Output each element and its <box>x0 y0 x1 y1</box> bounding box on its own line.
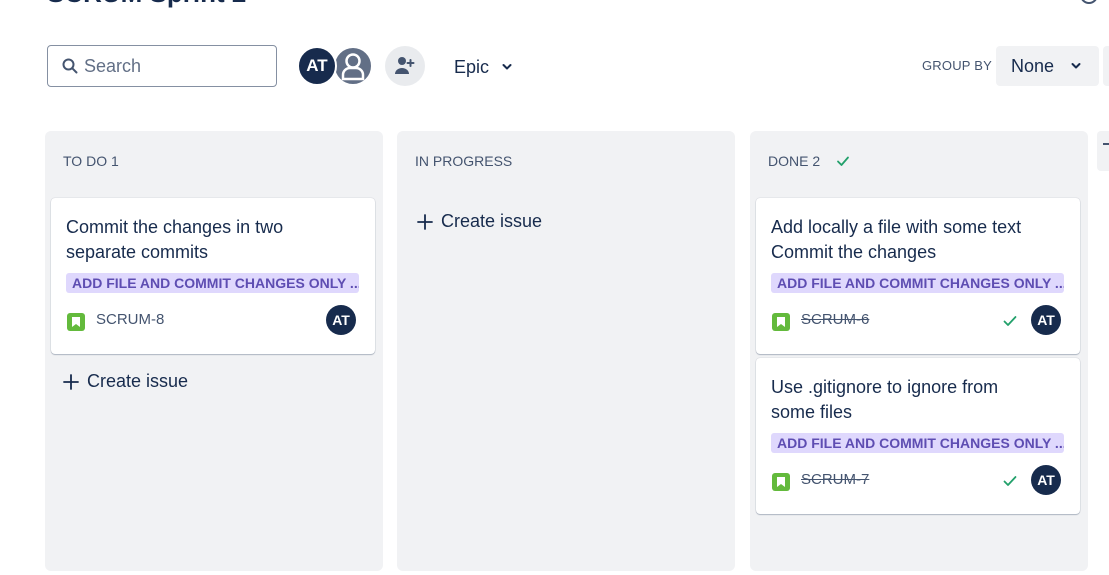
epic-lozenge: ADD FILE AND COMMIT CHANGES ONLY ... <box>771 273 1064 293</box>
page-title: SCRUM Sprint 2 <box>47 0 246 8</box>
epic-lozenge: ADD FILE AND COMMIT CHANGES ONLY ... <box>771 433 1064 453</box>
add-people-icon <box>395 57 415 74</box>
avatar-filter-at[interactable]: AT <box>297 46 337 86</box>
column-header: IN PROGRESS <box>415 153 512 169</box>
add-people-button[interactable] <box>385 46 425 86</box>
avatar-filter-unassigned[interactable] <box>333 46 373 86</box>
group-by-select[interactable]: None <box>996 46 1099 86</box>
column-title: DONE 2 <box>768 153 821 169</box>
create-issue-button[interactable]: Create issue <box>417 211 542 232</box>
chevron-down-icon <box>502 64 512 70</box>
check-icon <box>1003 476 1017 486</box>
column-title: TO DO 1 <box>63 153 119 169</box>
issue-card[interactable]: Use .gitignore to ignore from some files… <box>756 358 1080 514</box>
assignee-avatar[interactable]: AT <box>1031 305 1061 335</box>
create-issue-label: Create issue <box>87 371 189 391</box>
chevron-down-icon <box>1071 63 1081 69</box>
issue-key[interactable]: SCRUM-7 <box>801 471 869 488</box>
epic-filter-button[interactable]: Epic <box>446 47 521 87</box>
group-by-label: GROUP BY <box>922 58 992 73</box>
plus-icon <box>63 373 79 390</box>
assignee-avatar[interactable]: AT <box>326 305 356 335</box>
group-by-value: None <box>1011 55 1055 76</box>
epic-lozenge: ADD FILE AND COMMIT CHANGES ONLY ... <box>66 273 359 293</box>
create-issue-button[interactable]: Create issue <box>63 371 188 392</box>
create-issue-label: Create issue <box>441 211 543 231</box>
plus-icon <box>417 213 433 230</box>
more-actions-button[interactable] <box>1103 46 1109 86</box>
column-in-progress: IN PROGRESS Create issue <box>397 131 735 571</box>
story-icon <box>67 313 85 331</box>
issue-card[interactable]: Commit the changes in two separate commi… <box>51 198 375 354</box>
column-header: DONE 2 <box>768 153 850 169</box>
search-icon <box>62 58 78 74</box>
epic-filter-label: Epic <box>454 56 490 77</box>
help-icon[interactable] <box>1080 0 1098 4</box>
check-icon <box>837 156 850 166</box>
card-title: Use .gitignore to ignore from some files <box>771 377 999 422</box>
column-title: IN PROGRESS <box>415 153 513 169</box>
story-icon <box>772 313 790 331</box>
check-icon <box>1003 316 1017 326</box>
story-icon <box>772 473 790 491</box>
person-icon <box>341 53 365 81</box>
issue-key[interactable]: SCRUM-8 <box>96 311 164 328</box>
card-title: Add locally a file with some text Commit… <box>771 217 1022 262</box>
column-header: TO DO 1 <box>63 153 119 169</box>
add-column-button[interactable] <box>1097 131 1109 171</box>
search-input[interactable] <box>84 55 264 77</box>
card-title: Commit the changes in two separate commi… <box>66 217 284 262</box>
column-done: DONE 2 Add locally a file with some text… <box>750 131 1088 571</box>
issue-key[interactable]: SCRUM-6 <box>801 311 869 328</box>
column-todo: TO DO 1 Commit the changes in two separa… <box>45 131 383 571</box>
search-box[interactable] <box>47 45 277 87</box>
issue-card[interactable]: Add locally a file with some text Commit… <box>756 198 1080 354</box>
assignee-avatar[interactable]: AT <box>1031 465 1061 495</box>
